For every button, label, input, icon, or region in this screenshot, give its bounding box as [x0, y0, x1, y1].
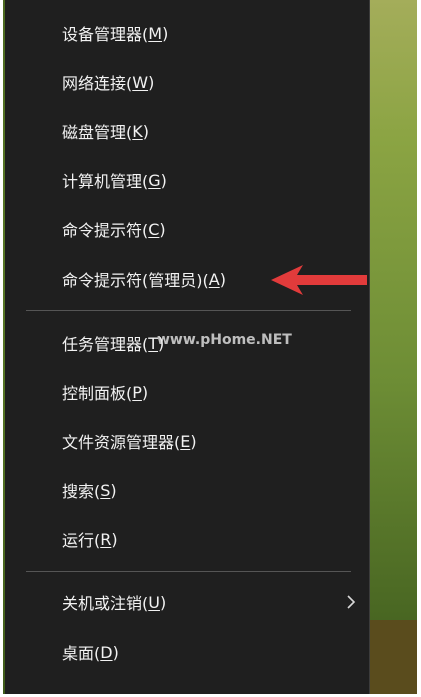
menu-item-file-explorer[interactable]: 文件资源管理器(E) [5, 420, 369, 462]
accelerator-key: K [132, 121, 143, 141]
menu-item-label: 网络连接( [62, 74, 133, 93]
menu-item-label: 关机或注销( [62, 594, 149, 613]
accelerator-key: M [148, 23, 163, 43]
menu-item-label: 桌面( [62, 644, 101, 663]
accelerator-key: E [180, 431, 191, 451]
menu-separator [26, 310, 351, 311]
accelerator-key: S [100, 480, 111, 500]
menu-item-network-connections[interactable]: 网络连接(W) [5, 61, 369, 103]
red-arrow-annotation-icon [271, 265, 367, 295]
menu-item-label: 设备管理器( [62, 25, 149, 44]
menu-item-desktop[interactable]: 桌面(D) [5, 631, 369, 673]
menu-item-label: 搜索( [62, 482, 101, 501]
screenshot-frame: 设备管理器(M) 网络连接(W) 磁盘管理(K) 计算机管理(G) 命令提示符(… [3, 0, 417, 694]
accelerator-key: G [148, 170, 161, 190]
menu-item-run[interactable]: 运行(R) [5, 518, 369, 560]
menu-item-close-paren: ) [159, 592, 167, 612]
desktop-wallpaper-bottom [368, 620, 417, 694]
menu-item-close-paren: ) [111, 529, 118, 549]
menu-separator [26, 571, 351, 572]
menu-item-label: 运行( [62, 531, 101, 550]
menu-item-label: 磁盘管理( [62, 123, 133, 142]
menu-item-close-paren: ) [148, 72, 155, 92]
menu-item-close-paren: ) [141, 382, 149, 402]
accelerator-key: R [100, 529, 112, 549]
menu-item-label: 任务管理器( [62, 335, 149, 354]
accelerator-key: P [132, 382, 142, 402]
watermark: www.pHome.NET [157, 332, 292, 348]
accelerator-key: W [132, 72, 149, 92]
menu-item-close-paren: ) [219, 269, 226, 289]
menu-item-label: 控制面板( [62, 384, 133, 403]
accelerator-key: U [148, 592, 160, 612]
menu-item-shutdown-signout[interactable]: 关机或注销(U) [5, 581, 369, 623]
menu-item-close-paren: ) [112, 642, 119, 662]
menu-item-label: 命令提示符( [62, 221, 149, 240]
accelerator-key: A [208, 269, 220, 289]
chevron-right-icon [347, 595, 356, 609]
menu-item-close-paren: ) [142, 121, 149, 141]
menu-item-close-paren: ) [190, 431, 197, 451]
desktop-wallpaper [368, 0, 417, 694]
menu-item-close-paren: ) [159, 219, 166, 239]
menu-item-label: 命令提示符(管理员)( [62, 271, 209, 290]
menu-item-control-panel[interactable]: 控制面板(P) [5, 371, 369, 413]
menu-item-computer-management[interactable]: 计算机管理(G) [5, 159, 369, 201]
menu-item-close-paren: ) [162, 23, 169, 43]
accelerator-key: C [148, 219, 160, 239]
menu-item-disk-management[interactable]: 磁盘管理(K) [5, 110, 369, 152]
menu-item-command-prompt[interactable]: 命令提示符(C) [5, 208, 369, 250]
menu-item-label: 文件资源管理器( [62, 433, 181, 452]
menu-item-device-manager[interactable]: 设备管理器(M) [5, 12, 369, 54]
menu-item-close-paren: ) [160, 170, 167, 190]
menu-item-label: 计算机管理( [62, 172, 149, 191]
menu-item-close-paren: ) [110, 480, 117, 500]
accelerator-key: D [100, 642, 113, 662]
menu-item-search[interactable]: 搜索(S) [5, 469, 369, 511]
